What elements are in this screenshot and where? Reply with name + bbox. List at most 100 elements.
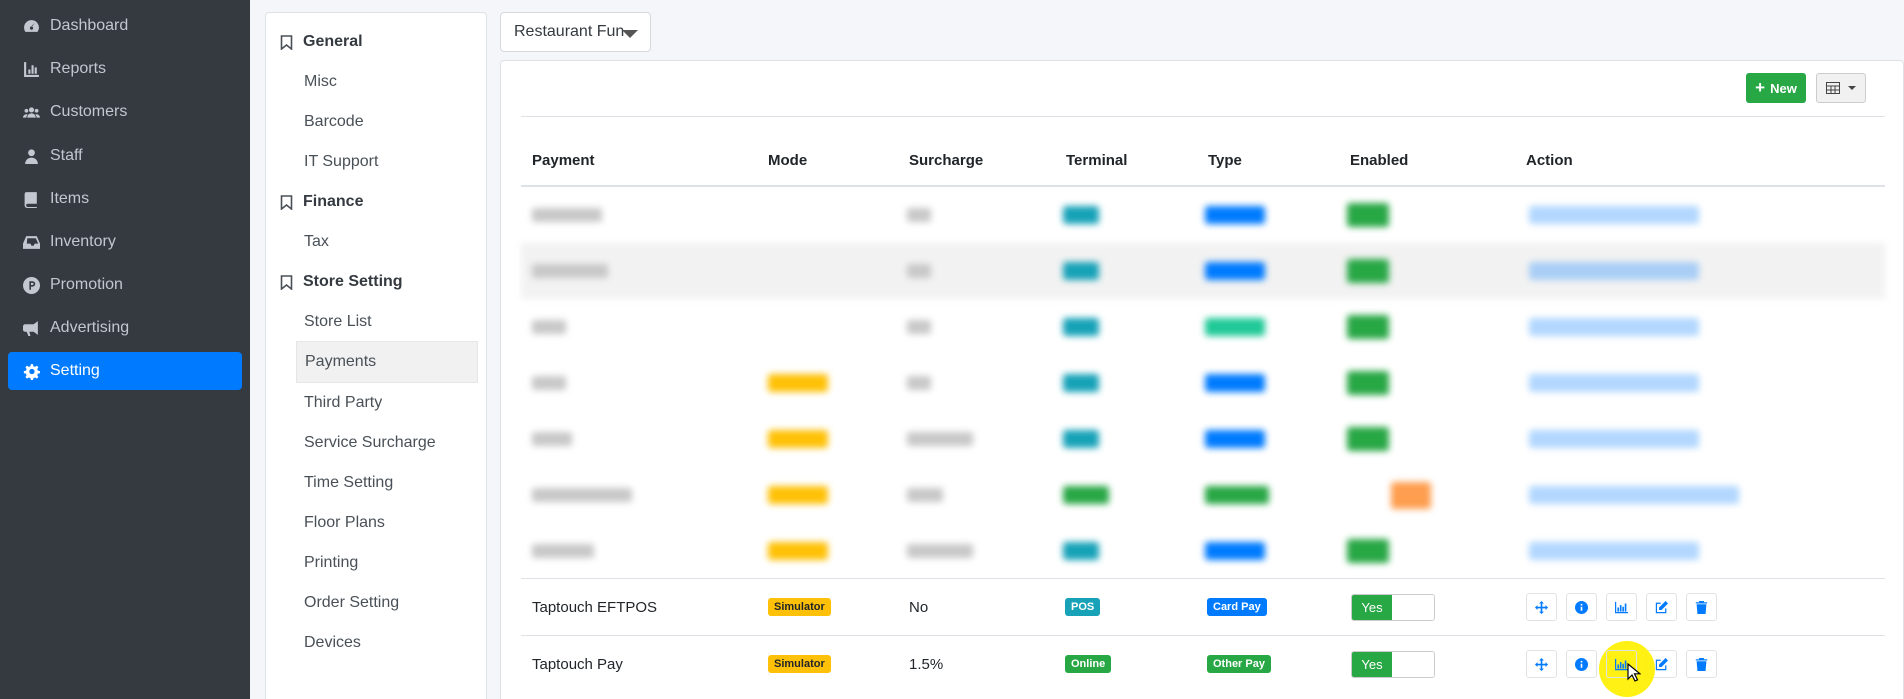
type-badge: Card Pay <box>1207 598 1267 616</box>
table-row-obscured <box>521 523 1885 579</box>
delete-button[interactable] <box>1686 650 1717 678</box>
mode-badge: Simulator <box>768 655 831 673</box>
info-button[interactable] <box>1566 593 1597 621</box>
sidebar-item-customers[interactable]: Customers <box>8 93 242 131</box>
submenu-item-it-support[interactable]: IT Support <box>304 150 378 174</box>
plus-icon: + <box>1755 78 1766 97</box>
sidebar-item-dashboard[interactable]: Dashboard <box>8 7 242 45</box>
submenu-item-devices[interactable]: Devices <box>304 631 361 655</box>
bar-chart-icon <box>20 61 42 78</box>
table-row-obscured <box>521 187 1885 243</box>
sidebar-item-setting[interactable]: Setting <box>8 352 242 390</box>
terminal-badge: Online <box>1065 655 1112 673</box>
submenu-item-printing[interactable]: Printing <box>304 551 358 575</box>
trash-icon <box>1695 657 1708 671</box>
table-row: Taptouch EFTPOS Simulator No POS Card Pa… <box>521 579 1885 635</box>
info-circle-icon <box>1575 600 1588 614</box>
promotion-p-icon <box>20 276 42 294</box>
col-header-mode[interactable]: Mode <box>768 152 807 169</box>
submenu-item-tax[interactable]: Tax <box>304 230 329 254</box>
stats-button[interactable] <box>1606 593 1637 621</box>
col-header-enabled[interactable]: Enabled <box>1350 152 1408 169</box>
arrows-move-icon <box>1535 657 1548 671</box>
sidebar-item-label: Dashboard <box>50 17 129 34</box>
section-general: General <box>280 30 363 54</box>
submenu-item-time-setting[interactable]: Time Setting <box>304 471 393 495</box>
sidebar-item-label: Setting <box>50 362 100 379</box>
submenu-item-misc[interactable]: Misc <box>304 70 337 94</box>
sidebar-item-items[interactable]: Items <box>8 180 242 218</box>
info-circle-icon <box>1575 657 1588 671</box>
table-row-obscured <box>521 355 1885 411</box>
store-select[interactable]: Restaurant Fun <box>500 12 651 52</box>
section-store-setting: Store Setting <box>280 270 403 294</box>
terminal-badge: POS <box>1065 598 1101 616</box>
edit-icon <box>1655 657 1668 670</box>
sidebar-item-label: Inventory <box>50 233 116 250</box>
col-header-type[interactable]: Type <box>1208 152 1242 169</box>
table-row: Taptouch Pay Simulator 1.5% Online Other… <box>521 636 1885 692</box>
trash-icon <box>1695 600 1708 614</box>
sidebar-item-label: Promotion <box>50 276 123 293</box>
dashboard-icon <box>20 18 42 35</box>
move-button[interactable] <box>1526 650 1557 678</box>
sidebar-item-label: Customers <box>50 103 128 120</box>
bookmark-icon <box>280 194 293 210</box>
submenu-item-third-party[interactable]: Third Party <box>304 391 382 415</box>
sidebar-item-reports[interactable]: Reports <box>8 50 242 88</box>
sidebar-item-label: Advertising <box>50 319 130 336</box>
caret-down-icon <box>622 30 638 38</box>
type-badge: Other Pay <box>1207 655 1271 673</box>
megaphone-icon <box>20 320 42 337</box>
edit-button[interactable] <box>1646 593 1677 621</box>
settings-submenu: General Misc Barcode IT Support Finance … <box>265 12 487 699</box>
new-payment-button[interactable]: + New <box>1746 73 1806 103</box>
submenu-item-payments[interactable]: Payments <box>296 341 478 383</box>
gear-icon <box>20 363 42 380</box>
caret-down-icon <box>1848 86 1856 90</box>
table-row-obscured <box>521 411 1885 467</box>
surcharge-value: No <box>909 598 929 616</box>
section-finance: Finance <box>280 190 363 214</box>
table-row-obscured <box>521 467 1885 523</box>
store-select-value: Restaurant Fun <box>514 23 625 40</box>
info-button[interactable] <box>1566 650 1597 678</box>
col-header-payment[interactable]: Payment <box>532 152 595 169</box>
sidebar-item-label: Reports <box>50 60 107 77</box>
submenu-item-barcode[interactable]: Barcode <box>304 110 364 134</box>
staff-icon <box>20 148 42 165</box>
book-icon <box>20 191 42 208</box>
move-button[interactable] <box>1526 593 1557 621</box>
sidebar-item-advertising[interactable]: Advertising <box>8 309 242 347</box>
submenu-item-store-list[interactable]: Store List <box>304 310 372 334</box>
table-row-obscured <box>521 243 1885 299</box>
surcharge-value: 1.5% <box>909 655 944 673</box>
toolbar-divider <box>521 116 1885 117</box>
mouse-pointer-icon <box>1627 663 1641 682</box>
inbox-icon <box>20 234 42 251</box>
submenu-item-order-setting[interactable]: Order Setting <box>304 591 399 615</box>
payment-name: Taptouch EFTPOS <box>532 598 658 616</box>
sidebar-item-staff[interactable]: Staff <box>8 137 242 175</box>
bookmark-icon <box>280 34 293 50</box>
bar-chart-icon <box>1615 601 1628 613</box>
arrows-move-icon <box>1535 600 1548 614</box>
mode-badge: Simulator <box>768 598 831 616</box>
sidebar-item-inventory[interactable]: Inventory <box>8 223 242 261</box>
main-sidebar: Dashboard Reports Customers Staff Items … <box>0 0 250 699</box>
sidebar-item-label: Items <box>50 190 90 207</box>
sidebar-item-promotion[interactable]: Promotion <box>8 266 242 304</box>
enabled-toggle[interactable]: Yes <box>1351 593 1435 621</box>
submenu-item-floor-plans[interactable]: Floor Plans <box>304 511 385 535</box>
delete-button[interactable] <box>1686 593 1717 621</box>
sidebar-item-label: Staff <box>50 147 83 164</box>
column-view-toggle[interactable] <box>1816 73 1866 103</box>
col-header-terminal[interactable]: Terminal <box>1066 152 1127 169</box>
bookmark-icon <box>280 274 293 290</box>
submenu-item-service-surcharge[interactable]: Service Surcharge <box>304 431 436 455</box>
enabled-toggle[interactable]: Yes <box>1351 650 1435 678</box>
payment-name: Taptouch Pay <box>532 655 623 673</box>
col-header-surcharge[interactable]: Surcharge <box>909 152 983 169</box>
table-row-obscured <box>521 299 1885 355</box>
col-header-action[interactable]: Action <box>1526 152 1573 169</box>
